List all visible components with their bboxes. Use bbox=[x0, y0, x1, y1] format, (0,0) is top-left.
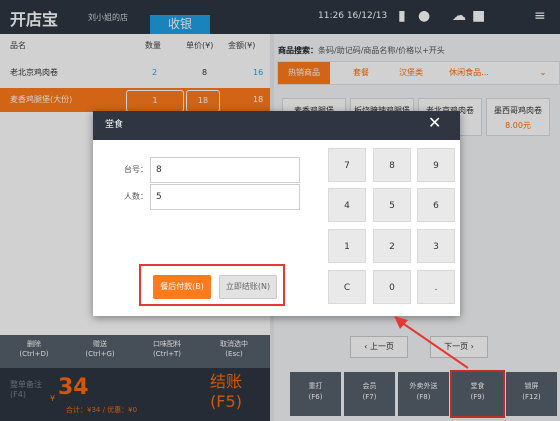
arrow-line bbox=[397, 319, 469, 369]
arrow-head bbox=[394, 316, 408, 329]
annotation-arrow bbox=[394, 316, 469, 369]
